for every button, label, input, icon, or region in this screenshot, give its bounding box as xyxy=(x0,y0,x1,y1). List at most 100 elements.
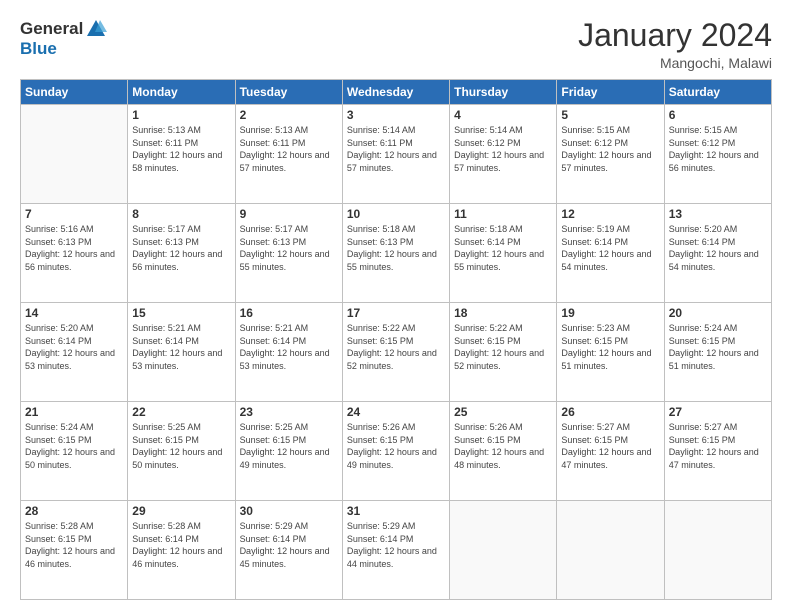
day-number: 4 xyxy=(454,108,552,122)
day-info: Sunrise: 5:23 AMSunset: 6:15 PMDaylight:… xyxy=(561,322,659,372)
day-cell: 6Sunrise: 5:15 AMSunset: 6:12 PMDaylight… xyxy=(664,105,771,204)
calendar-title: January 2024 xyxy=(578,18,772,53)
day-number: 12 xyxy=(561,207,659,221)
day-number: 19 xyxy=(561,306,659,320)
day-number: 5 xyxy=(561,108,659,122)
col-wednesday: Wednesday xyxy=(342,80,449,105)
day-info: Sunrise: 5:25 AMSunset: 6:15 PMDaylight:… xyxy=(240,421,338,471)
day-number: 8 xyxy=(132,207,230,221)
day-info: Sunrise: 5:29 AMSunset: 6:14 PMDaylight:… xyxy=(347,520,445,570)
col-thursday: Thursday xyxy=(450,80,557,105)
day-cell: 11 Sunrise: 5:18 AMSunset: 6:14 PMDayligh… xyxy=(450,204,557,303)
day-cell: 12 Sunrise: 5:19 AMSunset: 6:14 PMDayligh… xyxy=(557,204,664,303)
header: General Blue January 2024 Mangochi, Mala… xyxy=(20,18,772,71)
day-cell: 19 Sunrise: 5:23 AMSunset: 6:15 PMDayligh… xyxy=(557,303,664,402)
day-cell: 16Sunrise: 5:21 AMSunset: 6:14 PMDayligh… xyxy=(235,303,342,402)
day-cell: 7 Sunrise: 5:16 AMSunset: 6:13 PMDaylight… xyxy=(21,204,128,303)
week-row-1: 1 Sunrise: 5:13 AMSunset: 6:11 PMDaylight… xyxy=(21,105,772,204)
day-number: 27 xyxy=(669,405,767,419)
day-number: 6 xyxy=(669,108,767,122)
day-cell xyxy=(664,501,771,600)
logo: General Blue xyxy=(20,18,107,59)
day-number: 9 xyxy=(240,207,338,221)
day-cell: 3Sunrise: 5:14 AMSunset: 6:11 PMDaylight… xyxy=(342,105,449,204)
col-friday: Friday xyxy=(557,80,664,105)
day-info: Sunrise: 5:14 AMSunset: 6:12 PMDaylight:… xyxy=(454,124,552,174)
day-number: 31 xyxy=(347,504,445,518)
day-info: Sunrise: 5:25 AMSunset: 6:15 PMDaylight:… xyxy=(132,421,230,471)
day-cell xyxy=(557,501,664,600)
day-info: Sunrise: 5:21 AMSunset: 6:14 PMDaylight:… xyxy=(240,322,338,372)
day-info: Sunrise: 5:15 AMSunset: 6:12 PMDaylight:… xyxy=(561,124,659,174)
day-cell: 5 Sunrise: 5:15 AMSunset: 6:12 PMDaylight… xyxy=(557,105,664,204)
week-row-3: 14Sunrise: 5:20 AMSunset: 6:14 PMDayligh… xyxy=(21,303,772,402)
col-saturday: Saturday xyxy=(664,80,771,105)
day-number: 17 xyxy=(347,306,445,320)
day-cell: 4 Sunrise: 5:14 AMSunset: 6:12 PMDaylight… xyxy=(450,105,557,204)
day-number: 20 xyxy=(669,306,767,320)
day-cell: 22Sunrise: 5:25 AMSunset: 6:15 PMDayligh… xyxy=(128,402,235,501)
day-cell: 18Sunrise: 5:22 AMSunset: 6:15 PMDayligh… xyxy=(450,303,557,402)
day-number: 10 xyxy=(347,207,445,221)
day-cell: 21Sunrise: 5:24 AMSunset: 6:15 PMDayligh… xyxy=(21,402,128,501)
day-cell: 20 Sunrise: 5:24 AMSunset: 6:15 PMDayligh… xyxy=(664,303,771,402)
day-number: 3 xyxy=(347,108,445,122)
page: General Blue January 2024 Mangochi, Mala… xyxy=(0,0,792,612)
day-cell xyxy=(21,105,128,204)
day-cell: 10 Sunrise: 5:18 AMSunset: 6:13 PMDayligh… xyxy=(342,204,449,303)
col-tuesday: Tuesday xyxy=(235,80,342,105)
day-info: Sunrise: 5:22 AMSunset: 6:15 PMDaylight:… xyxy=(347,322,445,372)
day-number: 2 xyxy=(240,108,338,122)
day-number: 23 xyxy=(240,405,338,419)
logo-blue-text: Blue xyxy=(20,39,57,58)
week-row-4: 21Sunrise: 5:24 AMSunset: 6:15 PMDayligh… xyxy=(21,402,772,501)
day-cell: 2Sunrise: 5:13 AMSunset: 6:11 PMDaylight… xyxy=(235,105,342,204)
day-number: 11 xyxy=(454,207,552,221)
day-info: Sunrise: 5:20 AMSunset: 6:14 PMDaylight:… xyxy=(25,322,123,372)
day-cell: 30Sunrise: 5:29 AMSunset: 6:14 PMDayligh… xyxy=(235,501,342,600)
calendar-table: Sunday Monday Tuesday Wednesday Thursday… xyxy=(20,79,772,600)
day-number: 26 xyxy=(561,405,659,419)
logo-general-text: General xyxy=(20,20,83,39)
header-row: Sunday Monday Tuesday Wednesday Thursday… xyxy=(21,80,772,105)
day-number: 28 xyxy=(25,504,123,518)
day-info: Sunrise: 5:27 AMSunset: 6:15 PMDaylight:… xyxy=(669,421,767,471)
day-number: 1 xyxy=(132,108,230,122)
day-info: Sunrise: 5:24 AMSunset: 6:15 PMDaylight:… xyxy=(669,322,767,372)
day-cell: 25Sunrise: 5:26 AMSunset: 6:15 PMDayligh… xyxy=(450,402,557,501)
day-cell: 27 Sunrise: 5:27 AMSunset: 6:15 PMDayligh… xyxy=(664,402,771,501)
day-info: Sunrise: 5:28 AMSunset: 6:15 PMDaylight:… xyxy=(25,520,123,570)
day-number: 24 xyxy=(347,405,445,419)
day-info: Sunrise: 5:29 AMSunset: 6:14 PMDaylight:… xyxy=(240,520,338,570)
day-cell: 26 Sunrise: 5:27 AMSunset: 6:15 PMDayligh… xyxy=(557,402,664,501)
calendar-subtitle: Mangochi, Malawi xyxy=(578,55,772,71)
day-info: Sunrise: 5:13 AMSunset: 6:11 PMDaylight:… xyxy=(132,124,230,174)
day-number: 29 xyxy=(132,504,230,518)
col-monday: Monday xyxy=(128,80,235,105)
logo-icon xyxy=(85,18,107,40)
day-info: Sunrise: 5:27 AMSunset: 6:15 PMDaylight:… xyxy=(561,421,659,471)
week-row-2: 7 Sunrise: 5:16 AMSunset: 6:13 PMDaylight… xyxy=(21,204,772,303)
day-number: 18 xyxy=(454,306,552,320)
day-info: Sunrise: 5:24 AMSunset: 6:15 PMDaylight:… xyxy=(25,421,123,471)
week-row-5: 28 Sunrise: 5:28 AMSunset: 6:15 PMDayligh… xyxy=(21,501,772,600)
day-info: Sunrise: 5:18 AMSunset: 6:14 PMDaylight:… xyxy=(454,223,552,273)
col-sunday: Sunday xyxy=(21,80,128,105)
day-number: 7 xyxy=(25,207,123,221)
day-info: Sunrise: 5:21 AMSunset: 6:14 PMDaylight:… xyxy=(132,322,230,372)
day-cell: 23 Sunrise: 5:25 AMSunset: 6:15 PMDayligh… xyxy=(235,402,342,501)
day-cell: 31 Sunrise: 5:29 AMSunset: 6:14 PMDayligh… xyxy=(342,501,449,600)
day-cell: 1 Sunrise: 5:13 AMSunset: 6:11 PMDaylight… xyxy=(128,105,235,204)
day-cell xyxy=(450,501,557,600)
day-info: Sunrise: 5:20 AMSunset: 6:14 PMDaylight:… xyxy=(669,223,767,273)
title-block: January 2024 Mangochi, Malawi xyxy=(578,18,772,71)
day-cell: 17 Sunrise: 5:22 AMSunset: 6:15 PMDayligh… xyxy=(342,303,449,402)
day-info: Sunrise: 5:19 AMSunset: 6:14 PMDaylight:… xyxy=(561,223,659,273)
day-cell: 13Sunrise: 5:20 AMSunset: 6:14 PMDayligh… xyxy=(664,204,771,303)
day-info: Sunrise: 5:16 AMSunset: 6:13 PMDaylight:… xyxy=(25,223,123,273)
day-cell: 29 Sunrise: 5:28 AMSunset: 6:14 PMDayligh… xyxy=(128,501,235,600)
day-info: Sunrise: 5:17 AMSunset: 6:13 PMDaylight:… xyxy=(132,223,230,273)
day-info: Sunrise: 5:28 AMSunset: 6:14 PMDaylight:… xyxy=(132,520,230,570)
day-info: Sunrise: 5:26 AMSunset: 6:15 PMDaylight:… xyxy=(454,421,552,471)
day-info: Sunrise: 5:18 AMSunset: 6:13 PMDaylight:… xyxy=(347,223,445,273)
